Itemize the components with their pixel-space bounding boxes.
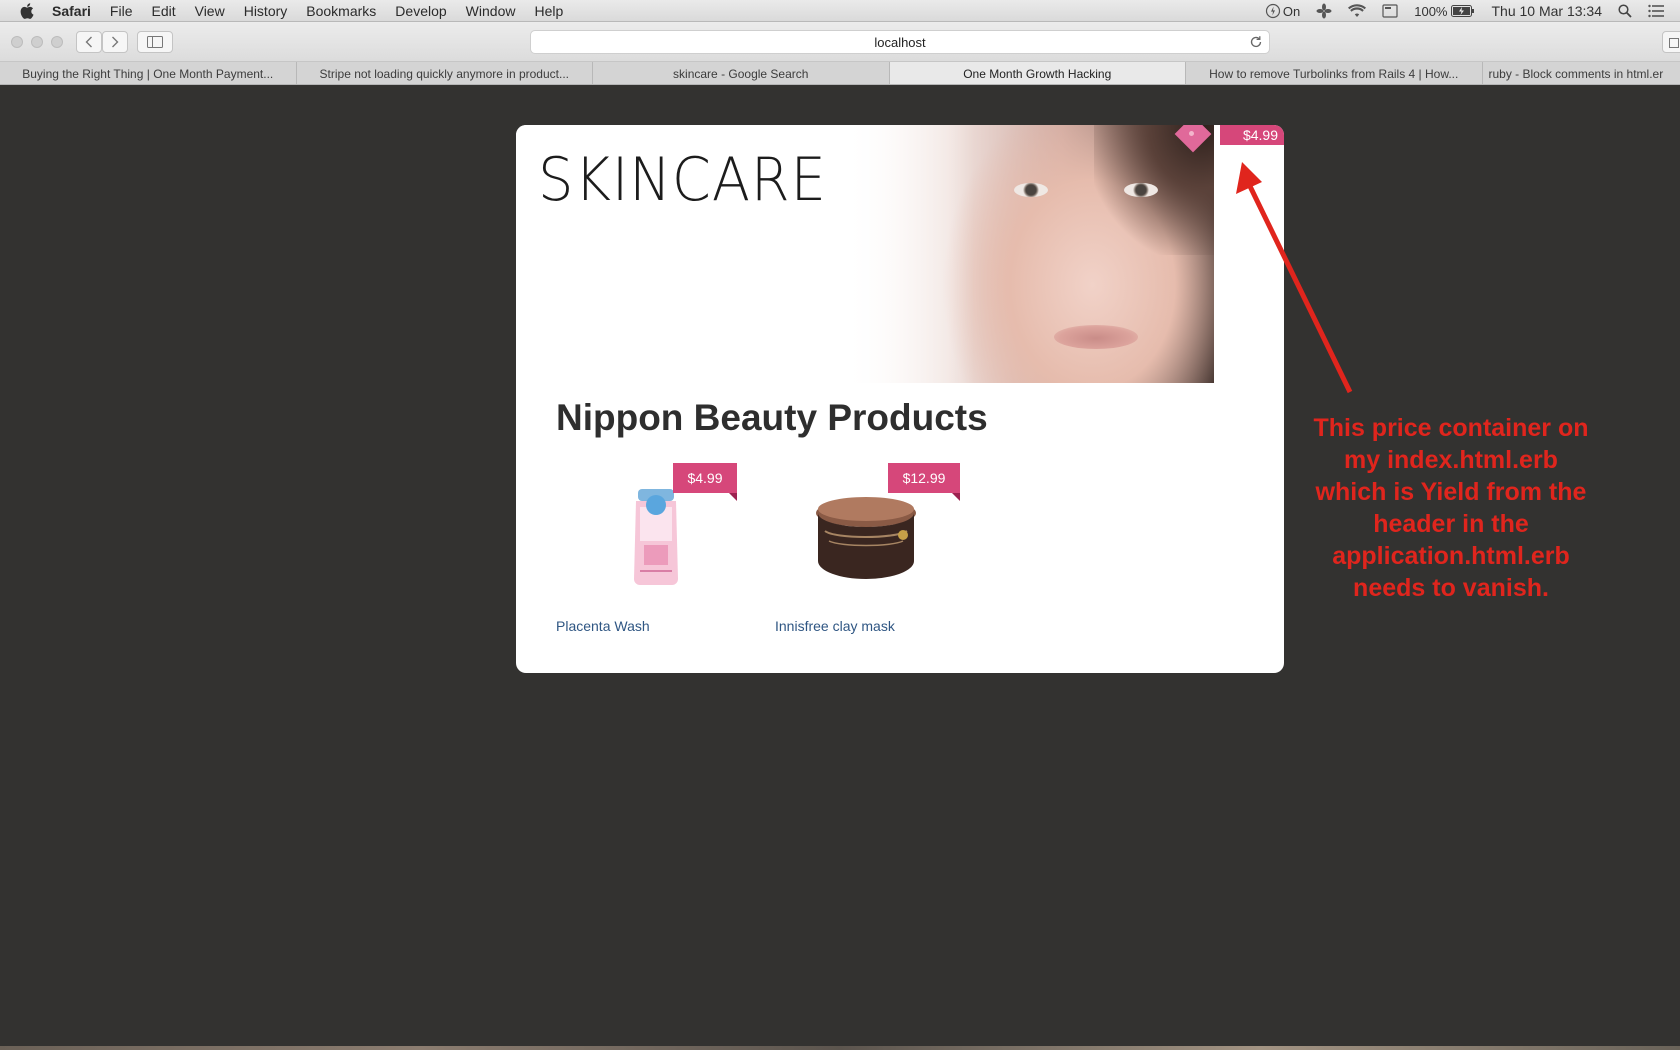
menu-history[interactable]: History — [244, 3, 288, 19]
product-price-badge: $4.99 — [673, 463, 737, 493]
zoom-window-button[interactable] — [51, 36, 63, 48]
tabs-icon — [1669, 38, 1679, 48]
forward-button[interactable] — [102, 31, 128, 53]
battery-icon — [1451, 5, 1475, 17]
chevron-left-icon — [85, 36, 92, 48]
pinwheel-icon[interactable] — [1316, 3, 1332, 19]
notification-center-icon[interactable] — [1648, 4, 1664, 18]
apple-icon[interactable] — [20, 2, 38, 19]
tab-overview-button[interactable] — [1662, 31, 1680, 53]
price-fold-shape — [952, 493, 960, 501]
menu-bookmarks[interactable]: Bookmarks — [306, 3, 376, 19]
battery-percent: 100% — [1414, 3, 1448, 19]
menu-edit[interactable]: Edit — [151, 3, 175, 19]
menu-bar: Safari File Edit View History Bookmarks … — [0, 0, 1680, 22]
price-fold-shape — [729, 493, 737, 501]
menu-file[interactable]: File — [110, 3, 133, 19]
tab-bar: Buying the Right Thing | One Month Payme… — [0, 62, 1680, 85]
tab-growth-hacking[interactable]: One Month Growth Hacking — [889, 62, 1186, 84]
tab-buying-right-thing[interactable]: Buying the Right Thing | One Month Payme… — [0, 62, 297, 84]
product-name-link[interactable]: Placenta Wash — [556, 618, 650, 634]
minimize-window-button[interactable] — [31, 36, 43, 48]
menu-help[interactable]: Help — [534, 3, 563, 19]
menu-develop[interactable]: Develop — [395, 3, 446, 19]
product-name-link[interactable]: Innisfree clay mask — [775, 618, 895, 634]
spotlight-search-icon[interactable] — [1618, 4, 1632, 18]
annotation-arrow — [1236, 162, 1353, 394]
tab-skincare-search[interactable]: skincare - Google Search — [593, 62, 890, 84]
placenta-wash-image[interactable] — [616, 483, 696, 588]
innisfree-clay-mask-image[interactable] — [811, 483, 921, 588]
right-eye-shape — [1124, 183, 1158, 197]
tab-remove-turbolinks[interactable]: How to remove Turbolinks from Rails 4 | … — [1186, 62, 1483, 84]
menu-view[interactable]: View — [195, 3, 225, 19]
back-button[interactable] — [76, 31, 102, 53]
brand-logo[interactable]: SKINCARE — [538, 145, 827, 215]
page-container: SKINCARE $4.99 Nippon Beauty Products $4… — [516, 125, 1284, 673]
tab-stripe-not-loading[interactable]: Stripe not loading quickly anymore in pr… — [297, 62, 593, 84]
sidebar-icon — [147, 36, 163, 48]
reload-icon[interactable] — [1249, 35, 1263, 52]
browser-toolbar: localhost — [0, 22, 1680, 62]
wifi-icon[interactable] — [1348, 4, 1367, 18]
lips-shape — [1054, 325, 1138, 349]
header-banner: SKINCARE — [516, 125, 1214, 383]
address-bar[interactable]: localhost — [530, 30, 1270, 54]
status-area: On 100% Thu 10 Mar 13:34 — [1265, 0, 1680, 22]
left-eye-shape — [1014, 183, 1048, 197]
product-price-badge: $12.99 — [888, 463, 960, 493]
annotation-note: This price container on my index.html.er… — [1313, 414, 1589, 602]
header-price-badge: $4.99 — [1220, 125, 1284, 145]
model-face-image — [834, 125, 1214, 383]
clock[interactable]: Thu 10 Mar 13:34 — [1491, 3, 1602, 19]
power-label: On — [1282, 3, 1301, 19]
display-icon[interactable] — [1382, 4, 1398, 18]
close-window-button[interactable] — [11, 36, 23, 48]
battery-status[interactable]: 100% — [1414, 4, 1475, 19]
sidebar-toggle-button[interactable] — [137, 31, 173, 53]
chevron-right-icon — [112, 36, 119, 48]
menu-safari[interactable]: Safari — [52, 3, 91, 19]
price-tag-hole — [1189, 131, 1194, 136]
desktop-wallpaper-strip — [0, 1046, 1680, 1050]
product-card[interactable]: $12.99 Innisfree clay mask — [775, 463, 975, 643]
menu-window[interactable]: Window — [466, 3, 516, 19]
product-card[interactable]: $4.99 Placenta Wash — [556, 463, 756, 643]
power-status[interactable]: On — [1265, 3, 1300, 19]
page-title: Nippon Beauty Products — [556, 397, 988, 438]
tab-block-comments[interactable]: ruby - Block comments in html.er — [1483, 62, 1680, 84]
power-icon — [1265, 3, 1280, 19]
address-text: localhost — [874, 34, 926, 50]
